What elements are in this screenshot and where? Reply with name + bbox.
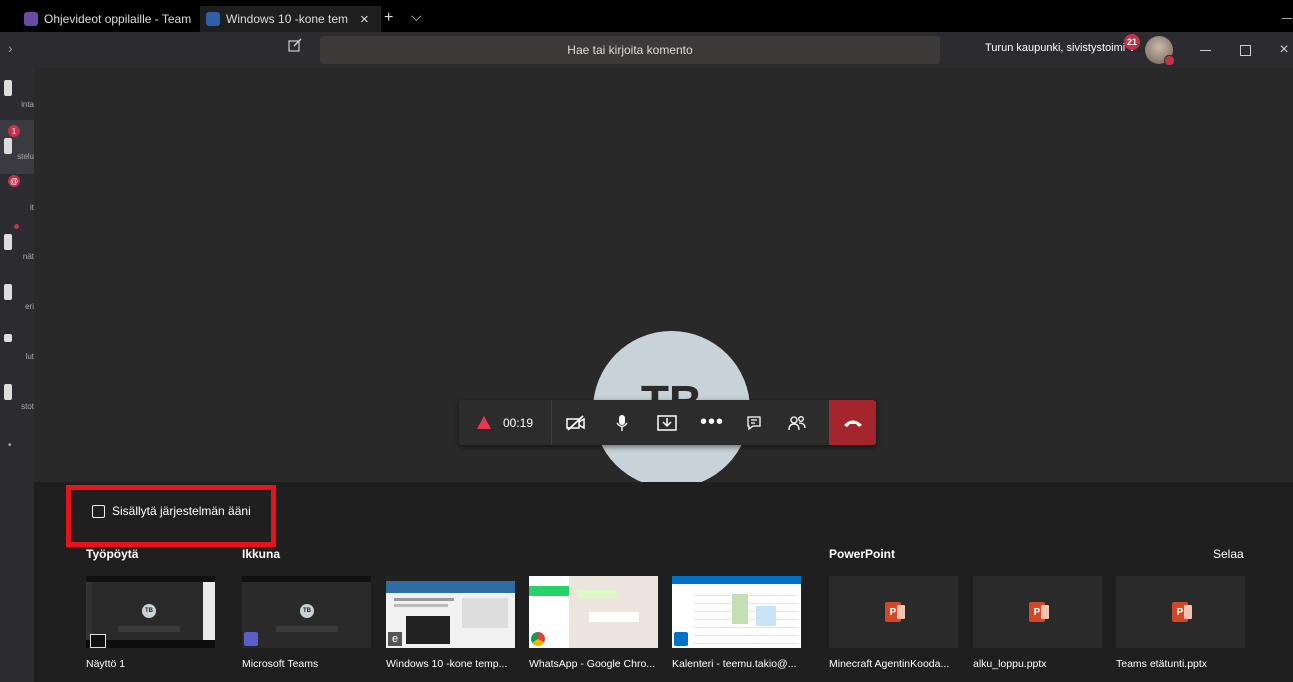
thumb-avatar: TB [142, 604, 156, 618]
share-window-calendar-thumb[interactable] [672, 576, 801, 648]
browser-tab-teams[interactable]: Ohjevideot oppilaille - Team [24, 6, 194, 32]
microphone-button[interactable] [600, 400, 644, 445]
call-health-indicator[interactable]: 00:19 [459, 400, 552, 445]
rail-item-files[interactable]: stot [0, 402, 34, 411]
files-icon [4, 384, 12, 400]
chat-badge: 1 [8, 125, 20, 137]
share-screen-button[interactable] [644, 400, 690, 445]
activity-icon [4, 80, 12, 96]
minimize-browser-icon[interactable] [1282, 18, 1292, 19]
thumb-avatar: TB [300, 604, 314, 618]
site-favicon-icon [206, 12, 220, 26]
include-system-audio-label[interactable]: Sisällytä järjestelmän ääni [112, 504, 251, 518]
rail-item-activity[interactable]: inta [0, 100, 34, 109]
chat-toggle-button[interactable] [734, 400, 774, 445]
thumb-label: Windows 10 -kone temp... [386, 658, 508, 670]
call-controls-bar: 00:19 ••• [459, 400, 876, 445]
tab-title: Windows 10 -kone tem [226, 12, 349, 26]
presence-status-icon [1164, 55, 1175, 66]
new-tab-icon[interactable]: + [384, 9, 393, 27]
close-window-icon[interactable]: × [1272, 38, 1293, 62]
participants-icon [788, 415, 806, 430]
rail-item-calls[interactable]: lut [0, 352, 34, 361]
outlook-app-icon [674, 632, 688, 646]
browse-link[interactable]: Selaa [1213, 547, 1244, 561]
hang-up-button[interactable] [829, 400, 876, 445]
close-tab-icon[interactable]: × [360, 11, 369, 28]
minimize-icon[interactable] [1193, 38, 1217, 62]
thumb-label: Näyttö 1 [86, 658, 126, 670]
teams-app-icon [244, 632, 258, 646]
browser-tab-windows10[interactable]: Windows 10 -kone tem × [200, 6, 381, 32]
warning-icon [476, 416, 491, 429]
share-ppt-teams-etatunti-thumb[interactable]: P [1116, 576, 1245, 648]
organization-name: Turun kaupunki, sivistystoimi [985, 42, 1126, 54]
thumb-label: Kalenteri - teemu.takio@... [672, 658, 797, 670]
chrome-app-icon [531, 632, 545, 646]
thumb-label: Microsoft Teams [242, 658, 319, 670]
rail-item-teams[interactable]: it [0, 203, 34, 212]
thumb-label: Minecraft AgentinKooda... [829, 658, 950, 670]
search-placeholder: Hae tai kirjoita komento [567, 43, 693, 57]
maximize-icon[interactable] [1233, 38, 1257, 62]
section-window-heading: Ikkuna [242, 547, 281, 561]
share-window-teams-thumb[interactable]: TB [242, 576, 371, 648]
camera-off-icon [566, 414, 585, 431]
organization-switcher[interactable]: Turun kaupunki, sivistystoimi ⌄ [985, 42, 1136, 54]
powerpoint-file-icon: P [885, 602, 905, 622]
rail-item-calendar[interactable]: eri [0, 302, 34, 311]
teams-favicon-icon [24, 12, 38, 26]
rail-item-assignments[interactable]: nät [0, 252, 34, 261]
notification-badge: 21 [1124, 34, 1140, 50]
share-ppt-alku-loppu-thumb[interactable]: P [973, 576, 1102, 648]
share-tray-icon [657, 414, 677, 431]
chat-icon [747, 415, 761, 430]
thumb-label: alku_loppu.pptx [973, 658, 1047, 670]
tab-title: Ohjevideot oppilaille - Team [44, 12, 192, 26]
thumb-label: WhatsApp - Google Chro... [529, 658, 656, 670]
calls-icon [4, 334, 12, 342]
participants-button[interactable] [774, 400, 820, 445]
calendar-icon [4, 284, 12, 300]
microphone-icon [616, 414, 628, 431]
thumb-label: Teams etätunti.pptx [1116, 658, 1208, 670]
share-window-whatsapp-thumb[interactable] [529, 576, 658, 648]
powerpoint-file-icon: P [1172, 602, 1192, 622]
share-desktop-thumb[interactable]: TB [86, 576, 215, 648]
powerpoint-file-icon: P [1029, 602, 1049, 622]
include-system-audio-checkbox[interactable] [92, 505, 105, 518]
share-window-windows10-thumb[interactable]: e [386, 576, 515, 648]
tab-list-chevron-icon[interactable]: ⌵ [411, 8, 422, 25]
camera-toggle-button[interactable] [552, 400, 600, 445]
call-duration: 00:19 [502, 415, 534, 430]
expand-rail-chevron-icon[interactable]: › [8, 40, 13, 56]
teams-mention-badge: @ [8, 175, 20, 187]
more-apps-icon[interactable]: • [8, 440, 12, 451]
section-powerpoint-heading: PowerPoint [829, 547, 896, 561]
section-desktop-heading: Työpöytä [86, 547, 139, 561]
assignments-icon [4, 234, 12, 250]
more-options-icon[interactable]: ••• [690, 400, 734, 445]
hang-up-icon [843, 420, 862, 427]
assignments-dot-icon [14, 224, 19, 229]
edge-app-icon: e [388, 632, 402, 646]
screen-share-icon [90, 634, 106, 648]
share-ppt-minecraft-thumb[interactable]: P [829, 576, 958, 648]
compose-icon[interactable] [288, 38, 302, 57]
search-input[interactable]: Hae tai kirjoita komento [320, 36, 940, 64]
rail-item-chat[interactable]: stelu [0, 152, 34, 161]
